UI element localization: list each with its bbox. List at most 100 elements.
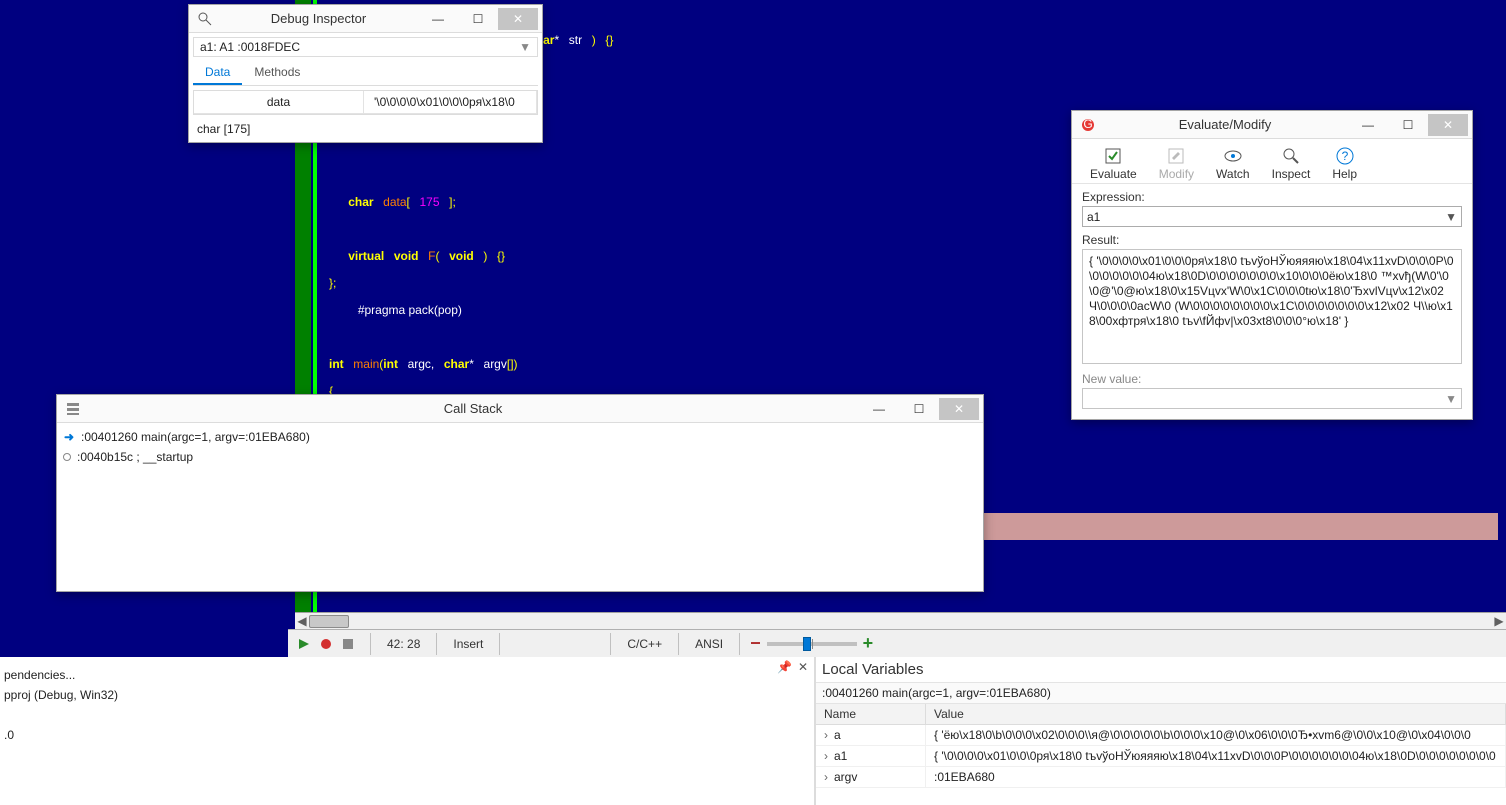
pin-icon[interactable]: 📌 [777,660,792,674]
maximize-button[interactable]: ☐ [458,8,498,30]
close-icon[interactable]: ✕ [798,660,808,674]
window-title: Debug Inspector [219,11,418,26]
panel-title: Local Variables [816,657,1506,683]
inspector-type-info: char [175] [189,119,542,142]
inspect-button[interactable]: Inspect [1272,147,1311,181]
column-header-name[interactable]: Name [816,704,926,725]
tab-data[interactable]: Data [193,61,242,85]
dropdown-icon[interactable]: ▼ [1445,392,1457,406]
inspector-expression[interactable]: a1: A1 :0018FDEC ▼ [193,37,538,57]
expression-label: Expression: [1072,184,1472,206]
help-icon: ? [1336,147,1354,165]
zoom-in-icon[interactable]: + [863,633,874,654]
column-header-value[interactable]: Value [926,704,1506,725]
build-output-panel[interactable]: 📌 ✕ pendencies... pproj (Debug, Win32) .… [0,657,815,805]
zoom-control[interactable]: − + [750,633,893,654]
record-icon[interactable] [316,634,336,654]
editor-horizontal-scrollbar[interactable]: ◀ ▶ [295,612,1506,630]
toolbar-label: Inspect [1272,167,1311,181]
stack-frame[interactable]: ➜ :00401260 main(argc=1, argv=:01EBA680) [63,427,977,447]
minimize-button[interactable]: — [1348,114,1388,136]
expression-input[interactable]: a1 ▼ [1082,206,1462,227]
titlebar[interactable]: Call Stack — ☐ ✕ [57,395,983,423]
expression-value: a1 [1087,210,1445,224]
scroll-right-icon[interactable]: ▶ [1492,614,1506,629]
titlebar[interactable]: Debug Inspector — ☐ ✕ [189,5,542,33]
var-value[interactable]: { 'ёю\x18\0\b\0\0\0\x02\0\0\0\\я@\0\0\0\… [926,725,1506,746]
evaluate-modify-window[interactable]: G Evaluate/Modify — ☐ ✕ Evaluate Modify … [1071,110,1473,420]
close-button[interactable]: ✕ [1428,114,1468,136]
var-name-label: a [834,728,841,742]
code-token: 175 [419,195,439,209]
stack-frame[interactable]: :0040b15c ; __startup [63,447,977,467]
evaluate-icon [1104,147,1122,165]
stack-frame-text: :00401260 main(argc=1, argv=:01EBA680) [81,430,310,444]
code-token: #pragma pack(pop) [358,303,462,317]
close-button[interactable]: ✕ [498,8,538,30]
code-token: data [383,195,406,209]
scroll-left-icon[interactable]: ◀ [295,614,309,629]
watch-icon [1224,147,1242,165]
dropdown-icon[interactable]: ▼ [519,40,531,54]
result-box[interactable]: { '\0\0\0\0\x01\0\0\0ря\x18\0 tъvўоНЎюяя… [1082,249,1462,364]
zoom-out-icon[interactable]: − [750,633,761,654]
minimize-button[interactable]: — [418,8,458,30]
stack-icon [65,401,81,417]
toolbar-label: Evaluate [1090,167,1137,181]
watch-button[interactable]: Watch [1216,147,1250,181]
var-value[interactable]: :01EBA680 [926,767,1506,788]
build-output-line: pendencies... [4,665,810,685]
toolbar-label: Modify [1159,167,1194,181]
local-variables-context: :00401260 main(argc=1, argv=:01EBA680) [816,683,1506,704]
expand-icon[interactable]: › [824,770,834,784]
local-variables-panel[interactable]: Local Variables :00401260 main(argc=1, a… [815,657,1506,805]
new-value-input[interactable]: ▼ [1082,388,1462,409]
maximize-button[interactable]: ☐ [899,398,939,420]
code-token: void [394,249,419,263]
help-button[interactable]: ?Help [1332,147,1357,181]
minimize-button[interactable]: — [859,398,899,420]
inspector-field-name[interactable]: data [194,91,364,114]
code-token: main [353,357,379,371]
zoom-handle[interactable] [803,637,811,651]
inspector-grid[interactable]: data '\0\0\0\0\x01\0\0\0ря\x18\0 [193,90,538,115]
build-output-line: pproj (Debug, Win32) [4,685,810,705]
expand-icon[interactable]: › [824,728,834,742]
svg-text:G: G [1083,118,1092,131]
close-button[interactable]: ✕ [939,398,979,420]
tab-methods[interactable]: Methods [242,61,312,85]
scroll-thumb[interactable] [309,615,349,628]
var-name[interactable]: ›a1 [816,746,926,767]
evalmod-toolbar: Evaluate Modify Watch Inspect ?Help [1072,139,1472,184]
svg-text:?: ? [1341,149,1348,163]
code-token: virtual [348,249,384,263]
run-icon[interactable] [294,634,314,654]
inspect-icon [1282,147,1300,165]
expand-icon[interactable]: › [824,749,834,763]
stop-icon[interactable] [338,634,358,654]
var-name[interactable]: ›argv [816,767,926,788]
insert-mode[interactable]: Insert [447,637,489,651]
call-stack-window[interactable]: Call Stack — ☐ ✕ ➜ :00401260 main(argc=1… [56,394,984,592]
language-indicator[interactable]: C/C++ [621,637,668,651]
var-name[interactable]: ›a [816,725,926,746]
toolbar-label: Watch [1216,167,1250,181]
code-token: char [444,357,469,371]
code-token: argv [484,357,507,371]
inspector-icon [197,11,213,27]
evaluate-button[interactable]: Evaluate [1090,147,1137,181]
code-token: int [383,357,398,371]
code-token: int [329,357,344,371]
zoom-slider[interactable] [767,642,857,646]
maximize-button[interactable]: ☐ [1388,114,1428,136]
var-value[interactable]: { '\0\0\0\0\x01\0\0\0ря\x18\0 tъvўоНЎюяя… [926,746,1506,767]
stack-frame-text: :0040b15c ; __startup [77,450,193,464]
titlebar[interactable]: G Evaluate/Modify — ☐ ✕ [1072,111,1472,139]
inspector-field-value[interactable]: '\0\0\0\0\x01\0\0\0ря\x18\0 [364,91,537,114]
encoding-indicator[interactable]: ANSI [689,637,729,651]
debug-inspector-window[interactable]: Debug Inspector — ☐ ✕ a1: A1 :0018FDEC ▼… [188,4,543,143]
window-title: Evaluate/Modify [1102,117,1348,132]
new-value-label: New value: [1072,364,1472,388]
dropdown-icon[interactable]: ▼ [1445,210,1457,224]
result-text: { '\0\0\0\0\x01\0\0\0ря\x18\0 tъvўоНЎюяя… [1089,254,1454,328]
